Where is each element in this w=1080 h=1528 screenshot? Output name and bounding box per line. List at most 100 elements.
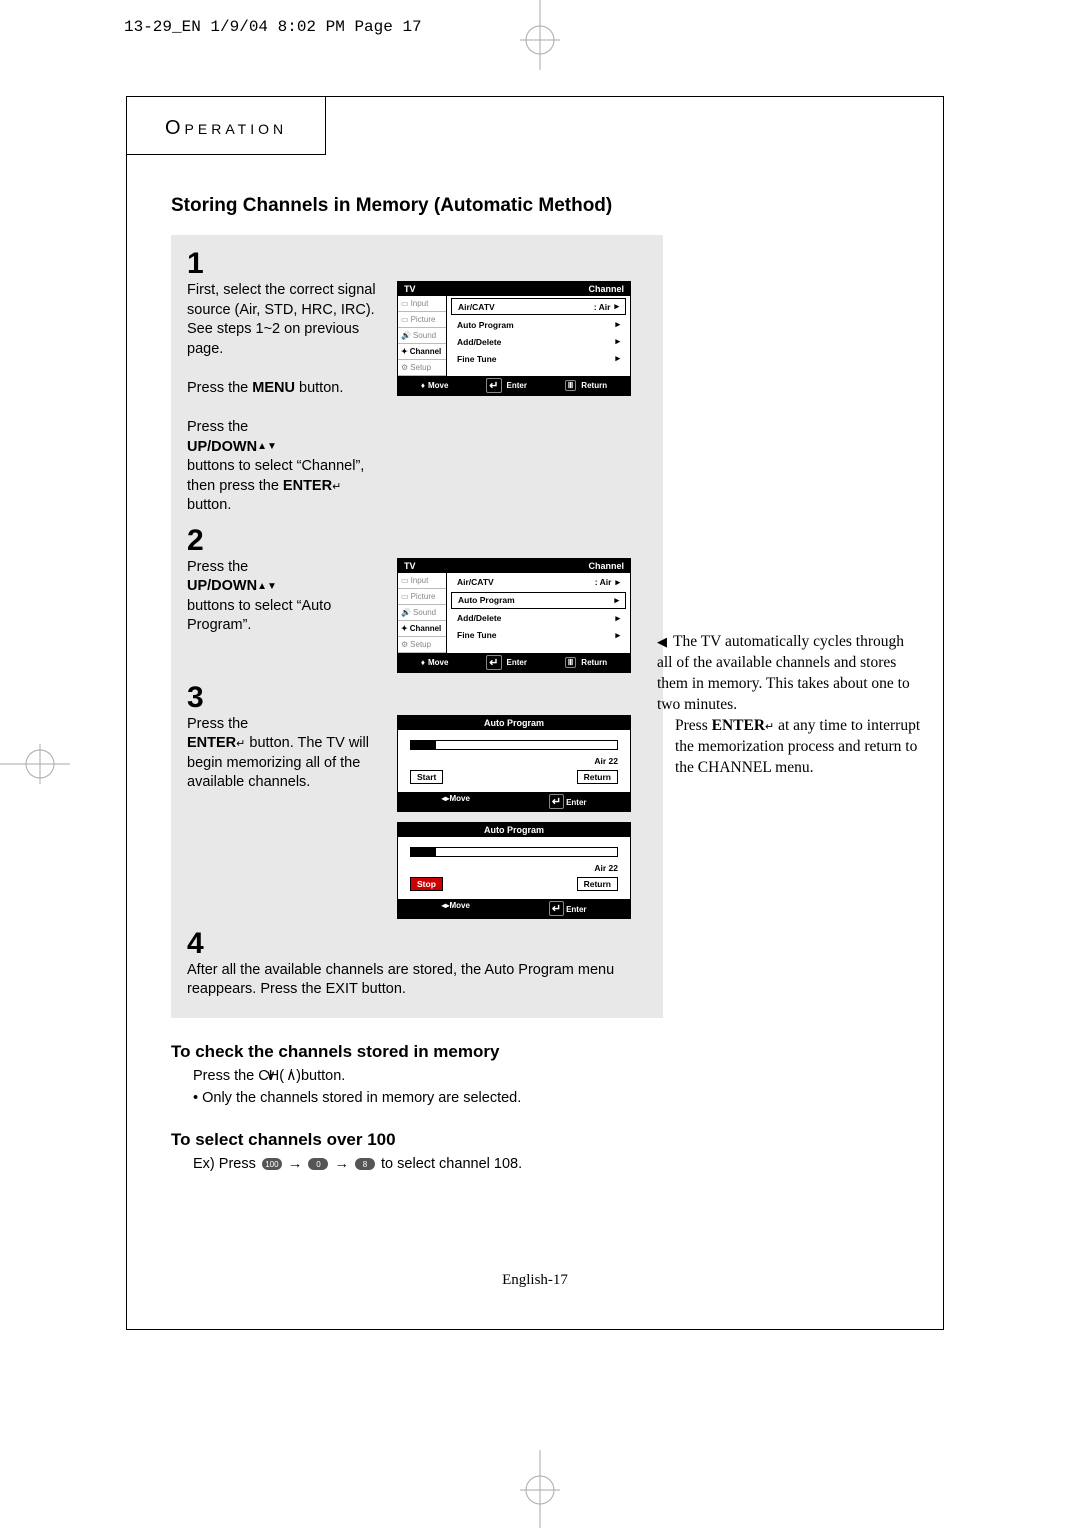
osd1-foot-return: Return [581,381,607,390]
enter-icon [765,717,774,734]
side-note-enter-bold: ENTER [712,717,765,734]
arrow-right-icon [614,301,619,312]
picture-icon: ▭ [401,315,409,324]
step-number-3: 3 [187,683,647,713]
check-line2: • Only the channels stored in memory are… [193,1090,899,1106]
chevron-up-icon: ∧ [286,1068,297,1084]
osd1-side-input: Input [411,299,429,308]
check-heading: To check the channels stored in memory [171,1042,899,1062]
osd1-row-aircatv-val: : Air [594,302,611,312]
return-box-icon: Ⅲ [565,657,577,668]
side-note-p1: The TV automatically cycles through all … [657,633,910,713]
step1-para2a: Press the [187,380,252,396]
enter-icon [486,378,501,393]
osd1-row-aircatv: Air/CATV [458,302,495,312]
step3-enter-bold: ENTER [187,735,236,751]
autoprogram-screenshot-start: Auto Program Air 22 Start Return ◂▸Move … [397,715,631,812]
over100-example: Ex) Press 100 → 0 → 8 to select channel … [193,1156,899,1172]
osd-screenshot-1: TV Channel ▭Input ▭Picture 🔊Sound ✦Chann… [397,281,631,396]
osd1-tv-label: TV [404,284,416,294]
arrow-right-icon [615,353,620,364]
osd2-side-setup: Setup [410,640,431,649]
osd2-foot-return: Return [581,658,607,667]
triangle-left-icon: ◀ [657,634,667,649]
step1-menu-bold: MENU [252,380,295,396]
check-line1: Press the CH( / )button. ∨ ∧ [193,1068,899,1084]
input-icon: ▭ [401,576,409,585]
step2-updown-bold: UP/DOWN [187,578,257,594]
remote-100-button-icon: 100 [262,1158,282,1170]
autoprog1-foot-enter: Enter [566,798,586,807]
step1-updown-bold: UP/DOWN [187,439,257,455]
updown-icon: ♦ [421,658,425,667]
arrow-right-icon [615,336,620,347]
autoprog2-title: Auto Program [398,823,630,837]
side-note-p2a: Press [675,717,712,734]
arrow-right-icon [615,577,620,588]
steps-box: 1 First, select the correct signal sourc… [171,235,663,1018]
osd1-channel-label: Channel [588,284,624,294]
step3-para1a: Press the [187,716,248,732]
sound-icon: 🔊 [401,331,411,340]
osd2-foot-enter: Enter [507,658,527,667]
step-number-1: 1 [187,249,647,279]
remote-8-button-icon: 8 [355,1158,375,1170]
osd1-side-channel: Channel [410,347,442,356]
osd1-row-adddelete: Add/Delete [457,337,501,347]
osd2-row-autoprog: Auto Program [458,595,515,605]
step1-para1: First, select the correct signal source … [187,282,376,357]
page-footer: English-17 [171,1272,899,1289]
osd2-foot-move: Move [428,658,448,667]
page-title: Storing Channels in Memory (Automatic Me… [171,195,899,217]
osd1-row-finetune: Fine Tune [457,354,497,364]
osd1-sidebar: ▭Input ▭Picture 🔊Sound ✦Channel ⚙Setup [398,296,447,376]
osd2-side-channel: Channel [410,624,442,633]
osd2-row-adddelete: Add/Delete [457,613,501,623]
picture-icon: ▭ [401,592,409,601]
autoprog-stop-button: Stop [410,877,443,891]
osd2-row-finetune: Fine Tune [457,630,497,640]
setup-icon: ⚙ [401,640,408,649]
autoprogram-screenshot-stop: Auto Program Air 22 Stop Return ◂▸Move E… [397,822,631,919]
autoprog-return-button: Return [577,770,618,784]
step2-text: Press the UP/DOWN▲▼ buttons to select “A… [187,558,387,636]
osd1-side-setup: Setup [410,363,431,372]
osd1-foot-enter: Enter [507,381,527,390]
progress-bar-icon [410,740,618,750]
over100-ex-a: Ex) Press [193,1156,260,1172]
autoprog2-return-button: Return [577,877,618,891]
step1-enter-bold: ENTER [283,478,332,494]
over100-heading: To select channels over 100 [171,1130,899,1150]
autoprog1-air: Air 22 [594,756,618,766]
step1-para3a: Press the [187,419,248,435]
channel-icon: ✦ [401,624,408,633]
input-icon: ▭ [401,299,409,308]
autoprog2-foot-move: Move [449,901,469,910]
osd1-side-picture: Picture [411,315,436,324]
page-frame: Operation Storing Channels in Memory (Au… [126,96,944,1330]
step-number-2: 2 [187,526,647,556]
triangle-up-icon: ▲ [257,580,267,594]
osd2-tv-label: TV [404,561,416,571]
arrow-right-icon [615,613,620,624]
triangle-up-icon: ▲ [257,440,267,454]
arrow-right-icon [615,319,620,330]
osd2-sidebar: ▭Input ▭Picture 🔊Sound ✦Channel ⚙Setup [398,573,447,653]
osd2-side-input: Input [411,576,429,585]
chevron-down-icon: ∨ [265,1068,276,1084]
osd2-side-picture: Picture [411,592,436,601]
enter-icon [236,735,245,751]
autoprog2-air: Air 22 [594,863,618,873]
step1-text: First, select the correct signal source … [187,281,387,516]
triangle-down-icon: ▼ [267,580,277,594]
enter-icon [549,794,564,809]
over100-ex-b: to select channel 108. [381,1156,522,1172]
autoprog2-foot-enter: Enter [566,905,586,914]
autoprog1-title: Auto Program [398,716,630,730]
running-header: 13-29_EN 1/9/04 8:02 PM Page 17 [124,18,422,36]
step1-para2c: button. [295,380,343,396]
osd-screenshot-2: TV Channel ▭Input ▭Picture 🔊Sound ✦Chann… [397,558,631,673]
enter-icon [486,655,501,670]
remote-0-button-icon: 0 [308,1158,328,1170]
section-tab: Operation [127,97,326,155]
